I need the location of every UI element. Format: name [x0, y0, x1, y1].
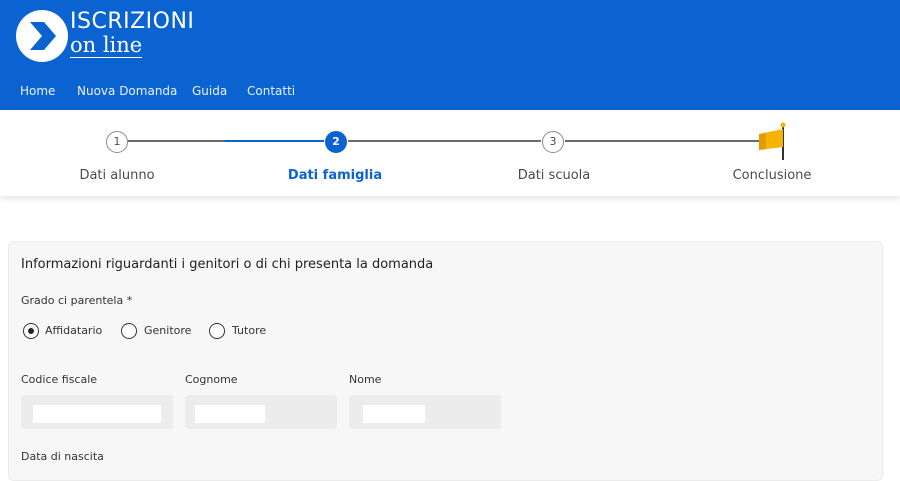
main-nav: Home Nuova Domanda Guida Contatti	[0, 74, 900, 110]
step-4-label: Conclusione	[732, 168, 812, 183]
logo-subtitle: on line	[70, 33, 143, 58]
logo-icon[interactable]	[16, 10, 68, 62]
step-2-indicator[interactable]: 2	[325, 131, 347, 153]
nome-field[interactable]	[349, 395, 501, 429]
radio-tutore-label[interactable]: Tutore	[232, 324, 266, 337]
step-2-label: Dati famiglia	[287, 168, 383, 183]
radio-genitore-label[interactable]: Genitore	[144, 324, 191, 337]
step-1-label: Dati alunno	[79, 168, 155, 183]
nav-home[interactable]: Home	[20, 84, 55, 98]
nav-guida[interactable]: Guida	[192, 84, 227, 98]
cognome-label: Cognome	[185, 373, 238, 386]
nav-contatti[interactable]: Contatti	[247, 84, 295, 98]
radio-affidatario-label[interactable]: Affidatario	[45, 324, 102, 337]
nome-label: Nome	[349, 373, 382, 386]
nome-input[interactable]	[363, 405, 425, 423]
step-3-indicator[interactable]: 3	[542, 131, 564, 153]
step-connector	[565, 140, 760, 142]
radio-genitore[interactable]	[121, 323, 137, 339]
step-connector	[128, 140, 225, 142]
app-header: ISCRIZIONI on line	[0, 0, 900, 74]
codice-fiscale-input[interactable]	[33, 405, 161, 423]
step-connector-done	[225, 140, 324, 142]
relationship-label: Grado ci parentela *	[21, 294, 133, 307]
section-title: Informazioni riguardanti i genitori o di…	[21, 257, 434, 272]
codice-fiscale-label: Codice fiscale	[21, 373, 98, 386]
logo-title: ISCRIZIONI	[70, 9, 195, 34]
radio-tutore[interactable]	[209, 323, 225, 339]
flag-icon	[759, 122, 786, 160]
codice-fiscale-field[interactable]	[21, 395, 173, 429]
progress-stepper: 1 2 3 Dati alunno Dati famiglia Dati scu…	[0, 110, 900, 196]
radio-affidatario[interactable]	[23, 323, 39, 339]
cognome-field[interactable]	[185, 395, 337, 429]
step-3-label: Dati scuola	[517, 168, 591, 183]
step-connector	[348, 140, 541, 142]
cognome-input[interactable]	[195, 405, 265, 423]
step-1-indicator[interactable]: 1	[106, 131, 128, 153]
nav-nuova-domanda[interactable]: Nuova Domanda	[77, 84, 177, 98]
data-nascita-label: Data di nascita	[21, 450, 104, 463]
family-info-card: Informazioni riguardanti i genitori o di…	[8, 241, 883, 481]
